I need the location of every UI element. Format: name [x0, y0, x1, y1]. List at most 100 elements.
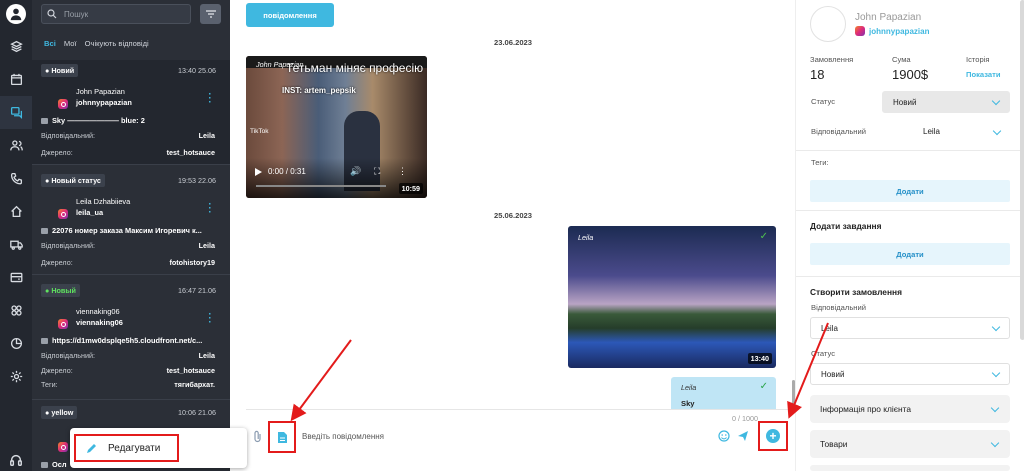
video-more-icon[interactable]: ⋮ [398, 166, 407, 177]
more-menu-icon[interactable]: · · · [208, 310, 212, 328]
fullscreen-icon[interactable]: ⛶ [374, 166, 380, 177]
user-avatar[interactable] [6, 4, 26, 24]
context-menu: Редагувати [70, 428, 247, 468]
add-task-button[interactable]: Додати [810, 243, 1010, 265]
rail-users-icon[interactable] [0, 129, 32, 162]
send-icon[interactable] [737, 430, 749, 442]
rail-phone-icon[interactable] [0, 162, 32, 195]
conversation-item[interactable]: ● Новый статус 19:53 22.06 Leila Dzhabii… [32, 170, 230, 275]
status-value: Новий [893, 97, 917, 107]
pencil-icon [87, 444, 96, 453]
responsible-select[interactable] [986, 122, 1010, 144]
client-info-accordion[interactable]: Інформація про клієнта [810, 395, 1010, 423]
rail-calendar-icon[interactable] [0, 63, 32, 96]
video-message[interactable]: John Papazian Тетьман міняє професію INS… [246, 56, 427, 198]
date-separator: 23.06.2023 [494, 38, 533, 47]
history-label: Історія [966, 55, 990, 64]
last-message: Sky ——————— blue: 2 [41, 116, 221, 125]
history-link[interactable]: Показати [966, 70, 1001, 79]
conversation-list: Всі Мої Очікують відповіді ● Новий 13:40… [32, 0, 230, 471]
conversation-item[interactable]: ● Новий 13:40 25.06 John Papazian johnny… [32, 60, 230, 165]
image-message[interactable]: Leila ✓ 13:40 [568, 226, 776, 368]
chevron-down-icon [991, 368, 1001, 378]
add-action-button[interactable]: + [758, 421, 788, 451]
rail-home-icon[interactable] [0, 195, 32, 228]
message-icon [41, 338, 48, 345]
play-icon[interactable] [255, 168, 262, 176]
filter-button[interactable] [200, 4, 221, 24]
message-time: 10:59 [398, 183, 423, 194]
message-input[interactable] [302, 427, 692, 445]
status-badge: ● Новый статус [41, 174, 105, 187]
panel-scrollbar[interactable] [1020, 0, 1024, 340]
status-select[interactable]: Новий [882, 91, 1010, 113]
order-status-select[interactable]: Новий [810, 363, 1010, 385]
paperclip-icon[interactable] [253, 430, 262, 443]
conversation-time: 10:06 21.06 [178, 408, 216, 417]
message-text: Sky [681, 399, 695, 408]
contact-avatar [810, 6, 846, 42]
chat-panel: повідомлення 23.06.2023 John Papazian Те… [230, 0, 795, 471]
tags-label: Теги: [811, 158, 829, 167]
rail-layers-icon[interactable] [0, 30, 32, 63]
rail-chat-icon[interactable] [0, 96, 32, 129]
contact-handle[interactable]: johnnypapazian [869, 27, 929, 36]
more-accordion[interactable] [810, 465, 1010, 471]
rail-analytics-icon[interactable] [0, 327, 32, 360]
support-headset-icon[interactable] [0, 453, 32, 467]
source-row: Джерело: fotohistory19 [41, 258, 215, 267]
order-responsible-select[interactable]: Leila [810, 317, 1010, 339]
responsible-value[interactable]: Leila [923, 127, 940, 136]
emoji-icon[interactable] [718, 430, 730, 442]
orders-label: Замовлення [810, 55, 854, 64]
order-title: Створити замовлення [810, 287, 902, 297]
responsible-label: Відповідальний [811, 127, 866, 136]
tab-awaiting[interactable]: Очікують відповіді [85, 39, 149, 48]
filter-icon [205, 10, 216, 18]
conversation-item[interactable]: ● Новый 16:47 21.06 viennaking06 viennak… [32, 280, 230, 400]
tab-mine[interactable]: Мої [64, 39, 77, 48]
rail-integrations-icon[interactable] [0, 294, 32, 327]
chevron-down-icon [991, 322, 1001, 332]
search-input[interactable] [41, 4, 191, 24]
order-responsible-label: Відповідальний [811, 303, 866, 312]
tiktok-logo: TikTok [250, 128, 269, 135]
search-icon [47, 9, 57, 19]
search-bar [41, 4, 222, 24]
conversation-time: 16:47 21.06 [178, 286, 216, 295]
tab-all[interactable]: Всі [44, 39, 56, 48]
instagram-icon [58, 442, 68, 452]
video-progress-bar[interactable] [256, 185, 386, 187]
status-badge: ● Новий [41, 64, 79, 77]
document-icon [277, 431, 287, 443]
tags-row: Теги: тягибархат. [41, 380, 215, 389]
volume-icon[interactable]: 🔊 [350, 166, 361, 177]
status-label: Статус [811, 97, 836, 106]
client-info-label: Інформація про клієнта [820, 404, 912, 414]
conversation-time: 13:40 25.06 [178, 66, 216, 75]
rail-wallet-icon[interactable] [0, 261, 32, 294]
template-button[interactable] [268, 421, 296, 453]
rail-truck-icon[interactable] [0, 228, 32, 261]
last-message: 22076 номер заказа Максим Игоревич к... [41, 226, 221, 235]
more-menu-icon[interactable]: · · · [208, 90, 212, 108]
check-icon: ✓ [759, 231, 768, 242]
chevron-down-icon [990, 438, 1000, 448]
divider [796, 210, 1024, 211]
instagram-icon [855, 26, 865, 36]
message-icon [41, 228, 48, 235]
date-separator: 25.06.2023 [494, 211, 533, 220]
last-message: https://d1mw0dsplqe5h5.cloudfront.net/c.… [41, 336, 221, 345]
products-accordion[interactable]: Товари [810, 430, 1010, 458]
divider [796, 276, 1024, 277]
responsible-row: Відповідальний: Leila [41, 131, 215, 140]
message-tag-button[interactable]: повідомлення [246, 3, 334, 27]
add-tag-button[interactable]: Додати [810, 180, 1010, 202]
nav-rail [0, 0, 32, 471]
responsible-row: Відповідальний: Leila [41, 351, 215, 360]
contact-name: viennaking06 [76, 307, 120, 316]
status-badge: ● yellow [41, 406, 78, 419]
rail-settings-icon[interactable] [0, 360, 32, 393]
more-menu-icon[interactable]: · · · [208, 200, 212, 218]
edit-menu-item[interactable]: Редагувати [74, 434, 179, 462]
